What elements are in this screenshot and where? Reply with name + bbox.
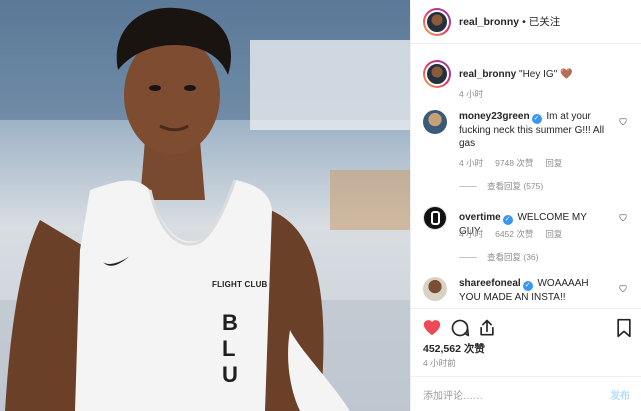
view-replies-label[interactable]: 查看回复 (575) xyxy=(487,180,543,192)
post-sidebar: real_bronny • 已关注 real_bronny "Hey IG" 🤎… xyxy=(410,0,641,411)
caption: real_bronny "Hey IG" 🤎 xyxy=(423,60,572,88)
comment-time: 4 小时 xyxy=(459,229,484,239)
caption-time: 4 小时 xyxy=(459,89,484,99)
caption-text: "Hey IG" 🤎 xyxy=(519,69,573,80)
commenter-avatar[interactable] xyxy=(423,110,447,134)
verified-icon: ✓ xyxy=(502,215,513,225)
verified-icon: ✓ xyxy=(522,281,533,291)
photo-illustration xyxy=(0,0,410,411)
comment-like-heart-icon[interactable] xyxy=(618,283,628,293)
overtime-logo-icon xyxy=(430,211,440,225)
comment-like-heart-icon[interactable] xyxy=(618,116,628,126)
author-avatar[interactable] xyxy=(423,7,451,36)
comment-body: shareefoneal ✓ WOAAAAH YOU MADE AN INSTA!… xyxy=(459,277,609,304)
comment-icon[interactable] xyxy=(450,318,470,338)
heart-icon[interactable] xyxy=(422,318,442,336)
comment-username[interactable]: shareefoneal xyxy=(459,278,521,289)
add-comment-bar: 添加评论…… 发布 xyxy=(411,376,641,411)
commenter-avatar[interactable] xyxy=(423,206,447,230)
likes-count[interactable]: 452,562 次赞 xyxy=(423,341,485,356)
share-icon[interactable] xyxy=(477,318,497,338)
post-header: real_bronny • 已关注 xyxy=(411,0,641,44)
post-photo[interactable]: FLIGHT CLUB BLU xyxy=(0,0,410,411)
caption-text-wrap: real_bronny "Hey IG" 🤎 xyxy=(459,60,572,88)
verified-icon: ✓ xyxy=(531,114,542,124)
jersey-brand: FLIGHT CLUB xyxy=(212,280,268,289)
comment-reply[interactable]: 回复 xyxy=(545,157,562,169)
view-replies[interactable]: 查看回复 (36) xyxy=(459,251,538,263)
comment-meta: 4 小时 9748 次赞 回复 xyxy=(459,157,562,169)
post-comment-button[interactable]: 发布 xyxy=(610,387,630,402)
comment-likes[interactable]: 6452 次赞 xyxy=(495,228,533,240)
caption-avatar[interactable] xyxy=(423,60,451,88)
comment-input[interactable]: 添加评论…… xyxy=(423,387,610,402)
replies-line xyxy=(459,256,477,258)
follow-status[interactable]: 已关注 xyxy=(529,14,561,29)
replies-line xyxy=(459,185,477,187)
action-bar xyxy=(411,308,641,344)
view-replies[interactable]: 查看回复 (575) xyxy=(459,180,543,192)
comment-likes[interactable]: 9748 次赞 xyxy=(495,157,533,169)
commenter-avatar[interactable] xyxy=(423,277,447,301)
comment-username[interactable]: overtime xyxy=(459,212,501,223)
comment-like-heart-icon[interactable] xyxy=(618,212,628,222)
comment-item: money23green ✓ Im at your fucking neck th… xyxy=(423,110,609,150)
jersey-text: BLU xyxy=(222,310,238,387)
comment-body: money23green ✓ Im at your fucking neck th… xyxy=(459,110,609,150)
comment-meta: 4 小时 6452 次赞 回复 xyxy=(459,228,562,240)
post-time: 4 小时前 xyxy=(423,358,456,368)
comment-time: 4 小时 xyxy=(459,158,484,168)
author-username[interactable]: real_bronny xyxy=(459,16,519,28)
comments-list[interactable]: real_bronny "Hey IG" 🤎 4 小时 money23green… xyxy=(411,52,641,306)
comment-reply[interactable]: 回复 xyxy=(545,228,562,240)
comment-item: shareefoneal ✓ WOAAAAH YOU MADE AN INSTA!… xyxy=(423,277,609,304)
comment-username[interactable]: money23green xyxy=(459,111,530,122)
bookmark-icon[interactable] xyxy=(616,318,632,338)
view-replies-label[interactable]: 查看回复 (36) xyxy=(487,251,538,263)
caption-username[interactable]: real_bronny xyxy=(459,69,516,80)
header-separator: • xyxy=(522,15,526,28)
